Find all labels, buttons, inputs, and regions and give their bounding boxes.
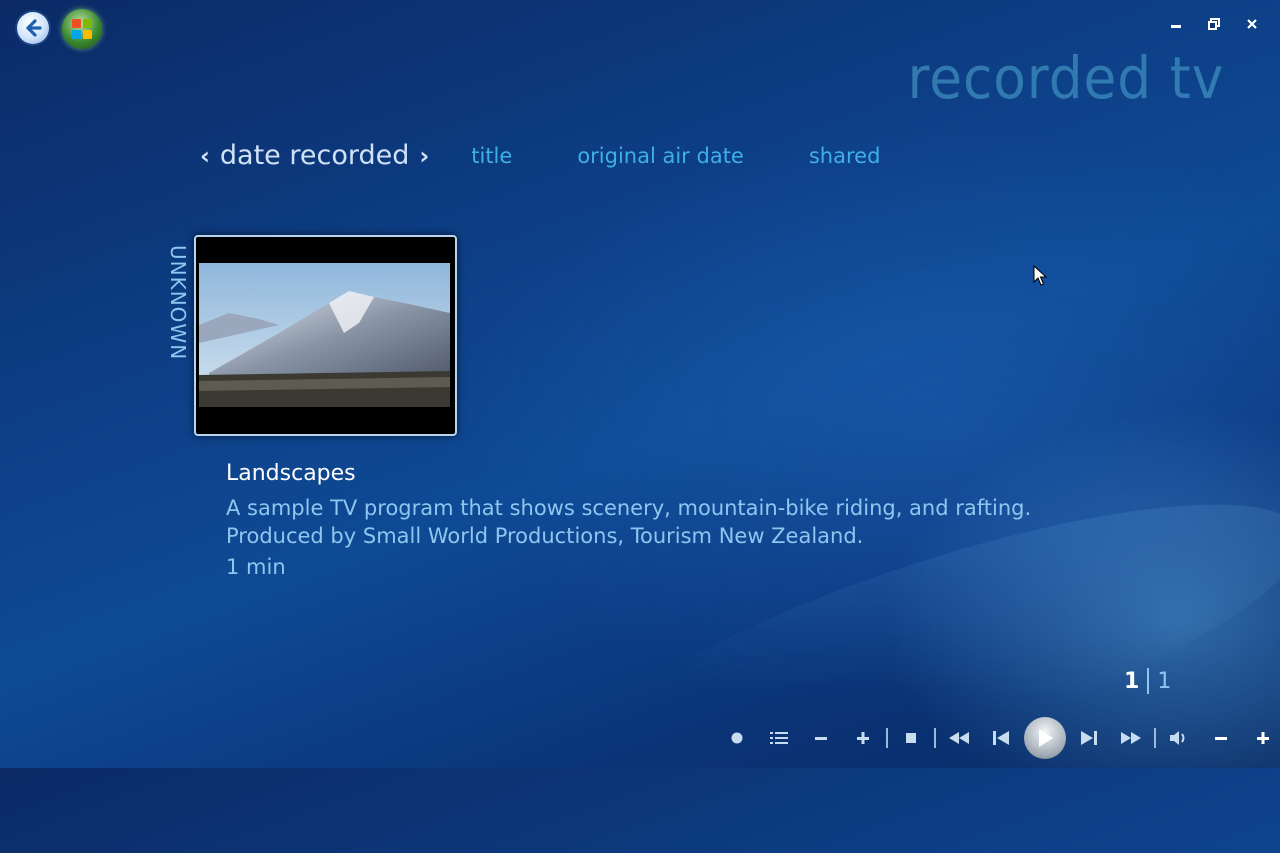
back-button[interactable] <box>17 12 49 44</box>
window-controls <box>1164 12 1264 36</box>
volume-up-button[interactable] <box>1242 716 1280 760</box>
sort-bar: ‹ date recorded › title original air dat… <box>200 140 880 171</box>
record-button[interactable] <box>716 716 758 760</box>
windows-start-icon <box>72 19 92 39</box>
mute-button[interactable] <box>1158 716 1200 760</box>
minus-icon <box>815 737 827 740</box>
fast-forward-icon <box>1121 732 1141 744</box>
page-indicator: 1 1 <box>1124 668 1171 694</box>
program-duration: 1 min <box>226 555 286 579</box>
program-title[interactable]: Landscapes <box>226 461 356 486</box>
start-button[interactable] <box>62 9 102 49</box>
transport-divider <box>1154 728 1156 748</box>
guide-button[interactable] <box>758 716 800 760</box>
minimize-button[interactable] <box>1164 12 1188 36</box>
fast-forward-button[interactable] <box>1110 716 1152 760</box>
restore-icon <box>1208 18 1220 30</box>
close-icon <box>1247 19 1257 29</box>
skip-back-button[interactable] <box>980 716 1022 760</box>
page-total: 1 <box>1157 668 1172 694</box>
program-description-line: Produced by Small World Productions, Tou… <box>226 524 864 548</box>
transport-divider <box>934 728 936 748</box>
sort-active-label: date recorded <box>219 140 410 171</box>
volume-down-button[interactable] <box>1200 716 1242 760</box>
skip-back-icon <box>993 731 1009 745</box>
chevron-right-icon[interactable]: › <box>419 142 429 170</box>
sort-option-shared[interactable]: shared <box>809 144 881 168</box>
page-title: recorded tv <box>907 44 1224 112</box>
sort-active-date-recorded[interactable]: ‹ date recorded › <box>200 140 429 171</box>
stop-button[interactable] <box>890 716 932 760</box>
close-button[interactable] <box>1240 12 1264 36</box>
landscape-thumbnail-image <box>199 263 450 407</box>
record-icon <box>731 732 743 744</box>
play-button[interactable] <box>1024 717 1066 759</box>
minus-icon <box>1215 737 1227 740</box>
program-description-line: A sample TV program that shows scenery, … <box>226 496 1032 520</box>
channel-down-button[interactable] <box>800 716 842 760</box>
rewind-icon <box>949 732 969 744</box>
chevron-left-icon[interactable]: ‹ <box>200 142 210 170</box>
rewind-button[interactable] <box>938 716 980 760</box>
page-divider <box>1147 668 1150 694</box>
skip-forward-button[interactable] <box>1068 716 1110 760</box>
stop-icon <box>906 733 916 743</box>
skip-forward-icon <box>1081 731 1097 745</box>
plus-icon <box>1257 732 1269 744</box>
group-label: UNKNOWN <box>166 245 190 361</box>
transport-divider <box>886 728 888 748</box>
program-description: A sample TV program that shows scenery, … <box>226 494 1126 550</box>
recording-thumbnail[interactable] <box>194 235 457 436</box>
minimize-icon <box>1171 25 1181 28</box>
back-arrow-icon <box>26 19 42 37</box>
page-current: 1 <box>1124 668 1140 694</box>
play-icon <box>1039 729 1053 747</box>
volume-icon <box>1170 731 1185 745</box>
sort-option-original-air-date[interactable]: original air date <box>577 144 744 168</box>
plus-icon <box>857 732 869 744</box>
restore-button[interactable] <box>1202 12 1226 36</box>
mouse-cursor-icon <box>1033 265 1047 286</box>
channel-up-button[interactable] <box>842 716 884 760</box>
transport-controls <box>716 716 1280 760</box>
guide-list-icon <box>770 732 788 744</box>
sort-option-title[interactable]: title <box>471 144 512 168</box>
